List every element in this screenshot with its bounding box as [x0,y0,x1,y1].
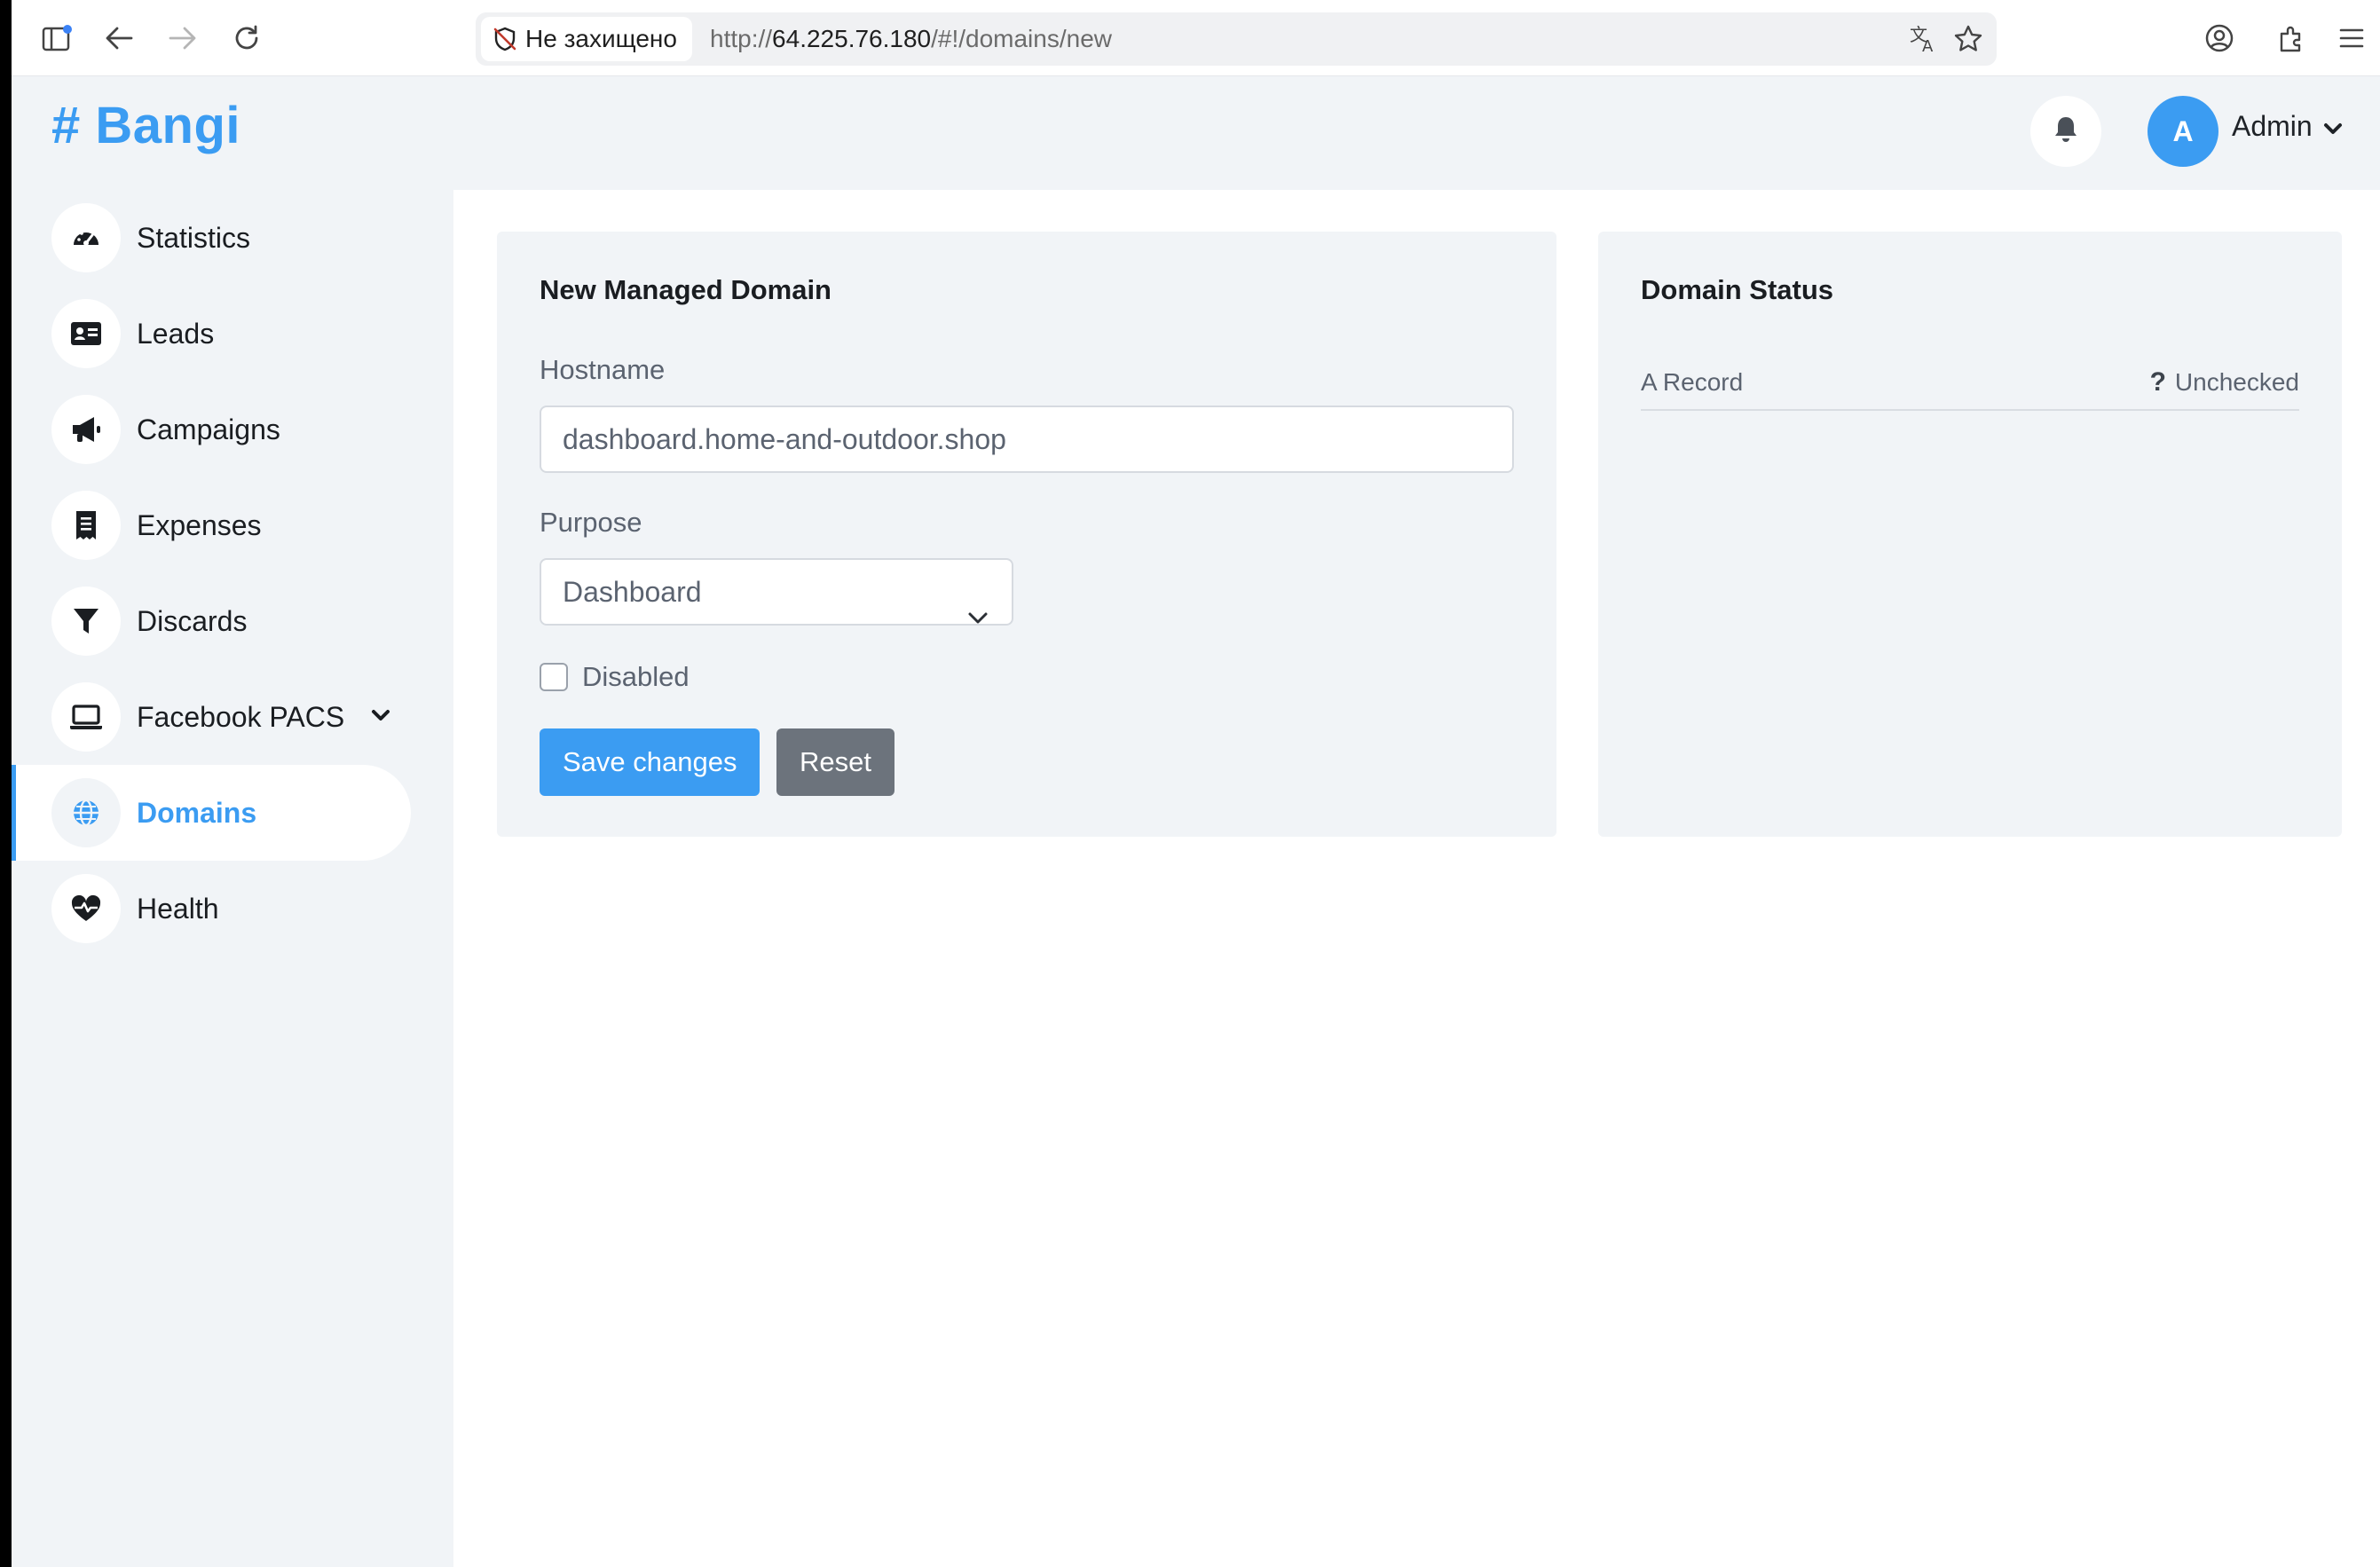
disabled-field[interactable]: Disabled [540,661,690,693]
status-row-label: A Record [1641,368,1744,396]
gauge-icon [51,203,121,272]
sidebar: Statistics Leads Campaigns Expenses Disc… [12,190,453,957]
sidebar-item-label: Health [137,892,219,925]
url-host: 64.225.76.180 [772,25,932,52]
heart-pulse-icon [51,874,121,943]
sidebar-item-expenses[interactable]: Expenses [12,477,453,573]
reset-button[interactable]: Reset [776,728,894,796]
receipt-icon [51,491,121,560]
sidebar-item-label: Expenses [137,508,262,541]
url-path: /#!/domains/new [931,25,1112,52]
sidebar-item-statistics[interactable]: Statistics [12,190,453,286]
domain-status-card: Domain Status A Record ? Unchecked [1598,232,2342,837]
sidebar-item-label: Leads [137,317,215,350]
id-card-icon [51,299,121,368]
filter-icon [51,587,121,656]
status-row: A Record ? Unchecked [1641,356,2299,411]
reload-icon[interactable] [226,18,267,59]
browser-window: Не захищено http://64.225.76.180/#!/doma… [12,0,2380,1567]
chevron-down-icon[interactable] [371,708,390,727]
laptop-icon [51,682,121,752]
url-text[interactable]: http://64.225.76.180/#!/domains/new [710,12,1112,66]
purpose-select[interactable]: Dashboard [540,558,1013,626]
url-scheme: http:// [710,25,773,52]
browser-toolbar: Не захищено http://64.225.76.180/#!/doma… [12,0,2380,76]
brand-logo[interactable]: # Bangi [51,96,240,155]
user-menu[interactable]: Admin [2232,110,2343,143]
main-content: New Managed Domain Hostname dashboard.ho… [453,190,2380,1567]
shield-off-icon [492,26,518,52]
question-icon: ? [2149,367,2166,397]
menu-icon[interactable] [2331,18,2372,59]
purpose-selected-value: Dashboard [563,576,702,608]
card-title: Domain Status [1641,274,1834,305]
chevron-down-icon [2323,110,2343,143]
profile-icon[interactable] [2199,18,2240,59]
notifications-button[interactable] [2030,96,2101,167]
back-icon[interactable] [99,18,139,59]
security-indicator[interactable]: Не захищено [481,17,692,61]
card-title: New Managed Domain [540,274,831,305]
avatar[interactable]: A [2148,96,2218,167]
bookmark-star-icon[interactable] [1952,23,1984,55]
sidebar-item-health[interactable]: Health [12,861,453,957]
sidebar-item-domains[interactable]: Domains [12,765,411,861]
user-name: Admin [2232,110,2313,142]
extensions-icon[interactable] [2271,18,2312,59]
security-label: Не захищено [525,25,677,52]
sidebar-item-discards[interactable]: Discards [12,573,453,669]
sidebar-item-label: Domains [137,796,257,829]
chevron-down-icon [967,583,989,647]
sidebar-item-campaigns[interactable]: Campaigns [12,382,453,477]
translate-icon[interactable]: 文A [1908,23,1940,55]
megaphone-icon [51,395,121,464]
disabled-label: Disabled [582,661,690,692]
status-row-value-text: Unchecked [2174,368,2299,396]
sidebar-item-label: Campaigns [137,413,280,445]
save-button[interactable]: Save changes [540,728,760,796]
sidebar-item-facebook-pacs[interactable]: Facebook PACS [12,669,453,765]
sidebar-toggle-icon[interactable] [36,18,77,59]
sidebar-item-label: Discards [137,604,248,637]
bell-icon [2052,114,2080,149]
forward-icon[interactable] [162,18,203,59]
globe-icon [51,778,121,847]
hostname-input[interactable]: dashboard.home-and-outdoor.shop [540,406,1514,473]
svg-text:A: A [1922,37,1934,55]
sidebar-item-label: Statistics [137,221,251,254]
purpose-label: Purpose [540,507,642,538]
sidebar-item-label: Facebook PACS [137,700,345,733]
sidebar-item-leads[interactable]: Leads [12,286,453,382]
status-row-value: ? Unchecked [2150,367,2299,398]
address-bar[interactable]: Не захищено http://64.225.76.180/#!/doma… [476,12,1997,66]
app-root: # Bangi A Admin Statistics Leads Campaig… [12,76,2380,1567]
hostname-label: Hostname [540,354,666,385]
new-domain-card: New Managed Domain Hostname dashboard.ho… [497,232,1556,837]
disabled-checkbox[interactable] [540,663,568,691]
